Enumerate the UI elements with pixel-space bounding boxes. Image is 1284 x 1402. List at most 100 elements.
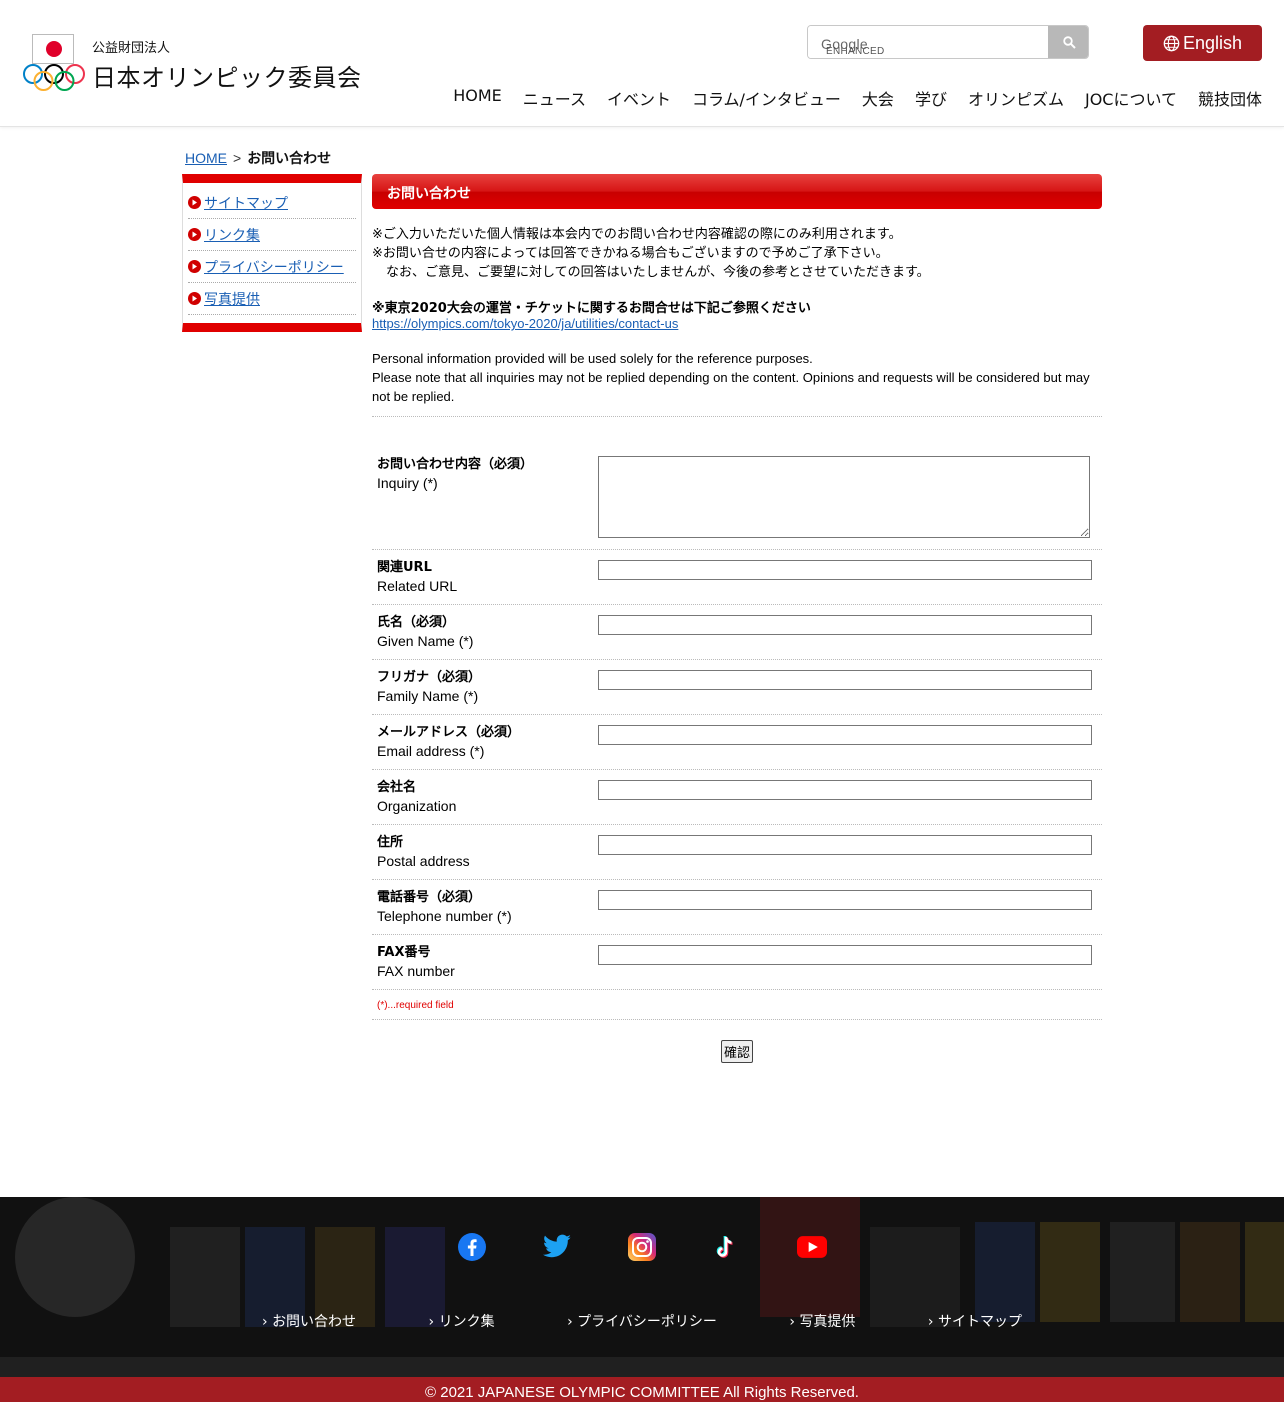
japan-flag-icon (32, 34, 74, 64)
english-note-line: Please note that all inquiries may not b… (372, 370, 1090, 404)
footer-link-links[interactable]: › リンク集 (429, 1311, 495, 1331)
twitter-icon[interactable] (542, 1232, 572, 1262)
inquiry-form: お問い合わせ内容（必須） Inquiry (*) 関連URL Related URL… (372, 447, 1102, 1063)
field-label-ja: お問い合わせ内容（必須） (377, 457, 534, 472)
field-label-ja: 氏名（必須） (377, 615, 456, 630)
tokyo-2020-contact-link[interactable]: https://olympics.com/tokyo-2020/ja/utili… (372, 316, 1102, 331)
fax-field[interactable] (598, 944, 1092, 965)
footer-link-label: 写真提供 (799, 1314, 856, 1330)
sidebar-item-photos: 写真提供 (188, 283, 356, 315)
inquiry-textarea[interactable] (598, 456, 1090, 538)
form-row-email: メールアドレス（必須） Email address (*) (372, 715, 1102, 770)
sidebar-link-privacy[interactable]: プライバシーポリシー (204, 257, 344, 277)
search-enhanced-label: ENHANCED BY (826, 46, 885, 58)
field-label-en: Postal address (377, 853, 470, 869)
footer-link-label: リンク集 (438, 1314, 495, 1330)
form-row-fax: FAX番号 FAX number (372, 935, 1102, 990)
field-label-en: Email address (*) (377, 743, 485, 759)
form-row-family-name: フリガナ（必須） Family Name (*) (372, 660, 1102, 715)
field-label-en: Organization (377, 798, 457, 814)
field-label-ja: メールアドレス（必須） (377, 725, 521, 740)
footer-link-privacy[interactable]: › プライバシーポリシー (567, 1311, 717, 1331)
field-label-ja: FAX番号 (377, 945, 431, 960)
footer-background-collage (0, 1197, 1284, 1377)
footer-link-photos[interactable]: › 写真提供 (789, 1311, 855, 1331)
nav-learning[interactable]: 学び (915, 86, 947, 110)
field-label-ja: フリガナ（必須） (377, 670, 482, 685)
chevron-right-icon: › (428, 1314, 435, 1330)
nav-games[interactable]: 大会 (862, 86, 894, 110)
chevron-right-icon: › (927, 1314, 934, 1330)
tiktok-icon[interactable] (712, 1232, 742, 1262)
logo-subtitle: 公益財団法人 (92, 41, 171, 56)
postal-address-field[interactable] (598, 834, 1092, 855)
sidebar-link-sitemap[interactable]: サイトマップ (204, 193, 288, 213)
form-row-given-name: 氏名（必須） Given Name (*) (372, 605, 1102, 660)
form-row-inquiry: お問い合わせ内容（必須） Inquiry (*) (372, 447, 1102, 550)
instagram-icon[interactable] (627, 1232, 657, 1262)
chevron-right-icon: › (567, 1314, 573, 1330)
field-label-en: Inquiry (*) (377, 475, 438, 491)
related-url-field[interactable] (598, 559, 1092, 580)
arrow-circle-icon (188, 228, 201, 241)
nav-home[interactable]: HOME (453, 86, 502, 110)
breadcrumb-separator: > (233, 150, 242, 166)
sidebar-item-links: リンク集 (188, 219, 356, 251)
facebook-icon[interactable] (457, 1232, 487, 1262)
footer-links: › お問い合わせ › リンク集 › プライバシーポリシー › 写真提供 › サイ… (262, 1311, 1022, 1331)
organization-field[interactable] (598, 779, 1092, 800)
social-links (457, 1232, 827, 1262)
breadcrumb-home[interactable]: HOME (185, 150, 227, 166)
search-button[interactable] (1048, 26, 1088, 58)
privacy-notes: ※ご入力いただいた個人情報は本会内でのお問い合わせ内容確認の際にのみ利用されます… (372, 225, 1102, 282)
youtube-icon[interactable] (797, 1232, 827, 1262)
chevron-right-icon: › (262, 1314, 268, 1330)
english-button[interactable]: English (1143, 25, 1262, 61)
note-line: ※お問い合せの内容によっては回答できかねる場合もございますので予めご了承下さい。 (372, 246, 889, 261)
site-footer: › お問い合わせ › リンク集 › プライバシーポリシー › 写真提供 › サイ… (0, 1197, 1284, 1377)
arrow-circle-icon (188, 292, 201, 305)
footer-link-label: プライバシーポリシー (577, 1314, 717, 1330)
nav-events[interactable]: イベント (607, 86, 671, 110)
english-notes: Personal information provided will be us… (372, 349, 1102, 417)
nav-federations[interactable]: 競技団体 (1198, 86, 1262, 110)
search-input[interactable]: ENHANCED BYGoogle (808, 26, 1048, 58)
breadcrumb: HOME > お問い合わせ (185, 148, 331, 168)
required-field-note: (*)...required field (372, 990, 1102, 1020)
field-label-ja: 電話番号（必須） (377, 890, 482, 905)
main-nav: HOME ニュース イベント コラム/インタビュー 大会 学び オリンピズム J… (432, 86, 1262, 110)
sidebar-link-links[interactable]: リンク集 (204, 225, 260, 245)
telephone-field[interactable] (598, 889, 1092, 910)
breadcrumb-current: お問い合わせ (247, 150, 332, 166)
form-row-organization: 会社名 Organization (372, 770, 1102, 825)
note-line: なお、ご意見、ご要望に対しての回答はいたしませんが、今後の参考とさせていただきま… (386, 265, 930, 280)
nav-news[interactable]: ニュース (523, 86, 586, 110)
arrow-circle-icon (188, 260, 201, 273)
olympic-rings-icon (23, 64, 85, 91)
arrow-circle-icon (188, 196, 201, 209)
field-label-en: Telephone number (*) (377, 908, 512, 924)
email-field[interactable] (598, 724, 1092, 745)
family-name-field[interactable] (598, 669, 1092, 690)
english-label: English (1182, 32, 1243, 53)
nav-about-joc[interactable]: JOCについて (1085, 86, 1177, 110)
footer-link-label: お問い合わせ (272, 1314, 357, 1330)
sidebar-link-photos[interactable]: 写真提供 (204, 289, 260, 309)
given-name-field[interactable] (598, 614, 1092, 635)
site-search: ENHANCED BYGoogle (807, 25, 1089, 59)
copyright: © 2021 JAPANESE OLYMPIC COMMITTEE All Ri… (0, 1377, 1284, 1402)
joc-logo[interactable]: 公益財団法人 日本オリンピック委員会 (22, 34, 362, 94)
confirm-button[interactable]: 確認 (720, 1040, 753, 1063)
footer-link-contact[interactable]: › お問い合わせ (262, 1311, 356, 1331)
chevron-right-icon: › (789, 1314, 795, 1330)
globe-icon (1163, 35, 1180, 51)
field-label-en: Family Name (*) (377, 688, 479, 704)
footer-link-sitemap[interactable]: › サイトマップ (928, 1311, 1022, 1331)
nav-olympism[interactable]: オリンピズム (968, 86, 1064, 110)
tokyo-2020-note: ※東京2020大会の運営・チケットに関するお問合せは下記ご参照ください (372, 301, 811, 316)
site-header: 公益財団法人 日本オリンピック委員会 ENHANCED BYGoogle Eng… (0, 0, 1284, 127)
field-label-en: Related URL (377, 578, 458, 594)
nav-column-interview[interactable]: コラム/インタビュー (692, 86, 841, 110)
field-label-ja: 関連URL (377, 560, 432, 575)
sidebar: サイトマップ リンク集 プライバシーポリシー 写真提供 (182, 174, 362, 332)
